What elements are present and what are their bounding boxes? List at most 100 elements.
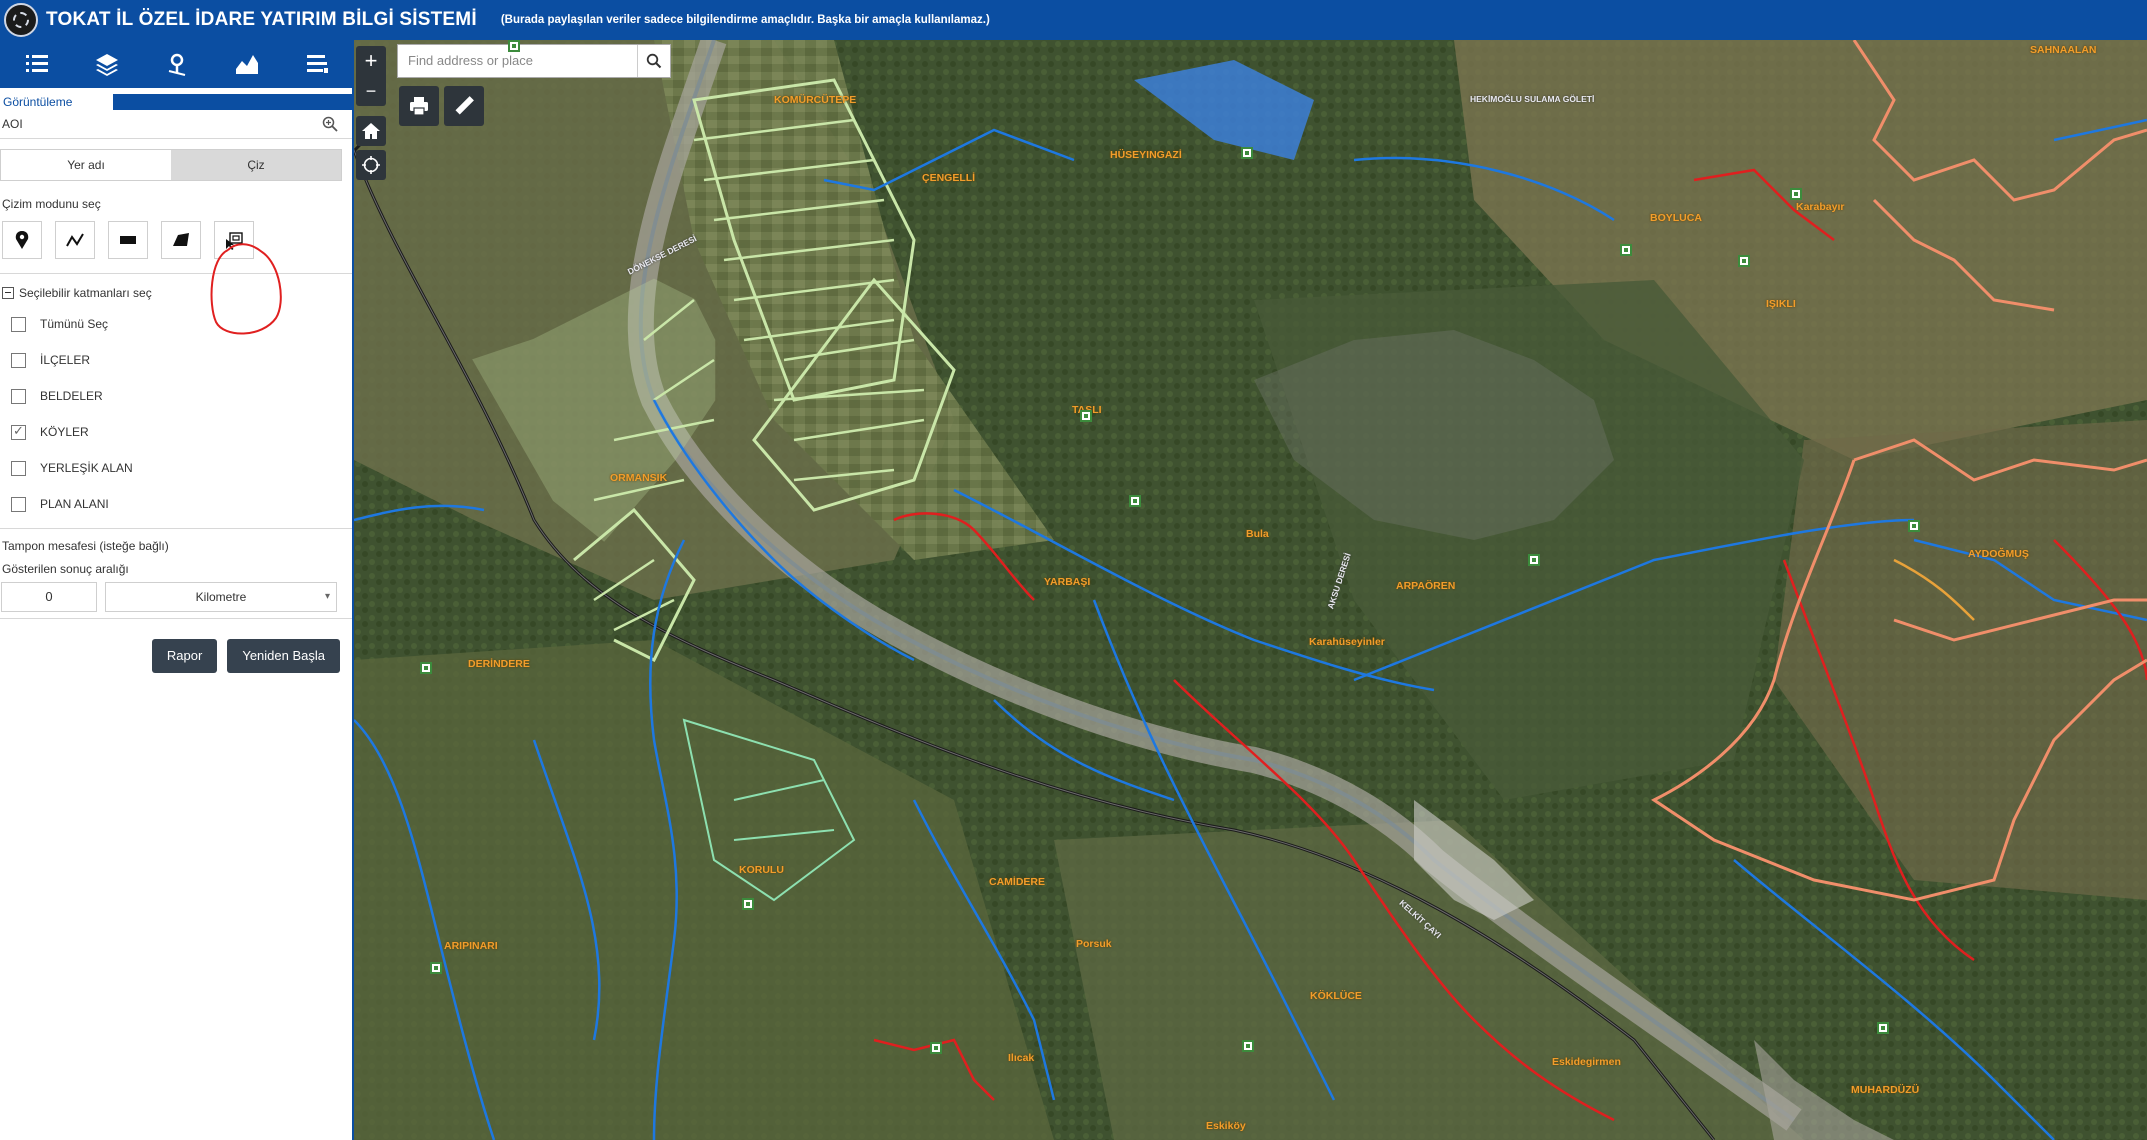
print-icon [410,97,428,116]
checkbox[interactable] [11,316,26,332]
place-label: KORULU [739,864,784,876]
layer-row-ilceler[interactable]: İLÇELER [0,342,352,378]
layer-row-koyler[interactable]: KÖYLER [0,414,352,450]
checkbox[interactable] [11,388,26,404]
ruler-icon [455,96,474,115]
layer-row-select-all[interactable]: Tümünü Seç [0,306,352,342]
checkbox-checked[interactable] [11,423,26,440]
village-marker[interactable] [1877,1022,1889,1034]
location-pin-icon[interactable] [142,40,212,88]
menu-icon[interactable] [282,40,352,88]
place-label: BOYLUCA [1650,212,1702,224]
widget-toolbar [0,40,352,88]
layers-section-title[interactable]: Seçilebilir katmanları seç [0,286,352,300]
layer-row-yerlesik-alan[interactable]: YERLEŞİK ALAN [0,450,352,486]
tab-yer-adi[interactable]: Yer adı [1,150,171,180]
chart-icon[interactable] [212,40,282,88]
place-label: ORMANSIK [610,472,668,484]
place-label: ÇENGELLİ [922,172,976,184]
reset-button[interactable]: Yeniden Başla [227,639,340,673]
place-label: KÖKLÜCE [1310,990,1362,1002]
layers-icon[interactable] [72,40,142,88]
range-label: Gösterilen sonuç aralığı [2,562,129,576]
village-marker[interactable] [1129,495,1141,507]
village-marker[interactable] [1241,147,1253,159]
place-label: Karabayır [1796,201,1845,213]
place-label: Porsuk [1076,938,1112,950]
search-button[interactable] [637,45,670,77]
search-icon [646,53,662,69]
layer-label: İLÇELER [40,353,91,367]
layer-row-plan-alani[interactable]: PLAN ALANI [0,486,352,522]
divider [0,273,352,274]
place-label: ARPAÖREN [1396,580,1456,592]
place-label: CAMİDERE [989,876,1046,888]
collapse-icon[interactable] [2,287,14,299]
place-label: Karahüseyinler [1309,636,1385,648]
place-label: YARBAŞI [1044,576,1091,588]
report-button[interactable]: Rapor [151,639,218,673]
buffer-label: Tampon mesafesi (isteğe bağlı) [2,539,169,553]
village-marker[interactable] [420,662,432,674]
village-marker[interactable] [1620,244,1632,256]
aoi-tabs: Yer adı Çiz [0,149,342,181]
layer-list: Tümünü Seç İLÇELER BELDELER KÖYLER YERLE… [0,306,352,522]
checkbox[interactable] [11,496,26,512]
place-label: Ilıcak [1008,1052,1035,1064]
polyline-icon[interactable] [55,221,95,259]
place-label: HÜSEYINGAZİ [1110,149,1182,161]
layers-title-text: Seçilebilir katmanları seç [19,286,152,300]
satellite-basemap [354,40,2147,1140]
aoi-row: AOI [0,110,352,139]
village-marker[interactable] [1738,255,1750,267]
buffer-distance-input[interactable]: 0 [1,582,97,612]
village-marker[interactable] [1242,1040,1254,1052]
locate-button[interactable] [356,150,386,180]
lake-label: HEKİMOĞLU SULAMA GÖLETİ [1470,94,1595,104]
measure-button[interactable] [444,86,484,126]
checkbox[interactable] [11,460,26,476]
layer-label: YERLEŞİK ALAN [40,461,133,475]
place-label: Bula [1246,528,1269,540]
zoom-to-icon[interactable] [322,116,338,132]
buffer-unit-select[interactable]: Kilometre [105,582,337,612]
draw-tools [0,221,352,259]
layer-label: KÖYLER [40,425,89,439]
zoom-out-button[interactable]: − [356,76,386,106]
locate-icon [362,156,380,174]
side-panel: Görüntüleme AOI Yer adı Çiz Çizim modunu… [0,40,354,1140]
place-label: DERİNDERE [468,658,530,670]
village-marker[interactable] [430,962,442,974]
rectangle-icon[interactable] [108,221,148,259]
place-label: KOMÜRCÜTEPE [774,94,857,106]
checkbox[interactable] [11,352,26,368]
print-button[interactable] [399,86,439,126]
app-header: TOKAT İL ÖZEL İDARE YATIRIM BİLGİ SİSTEM… [0,0,2147,40]
village-marker[interactable] [930,1042,942,1054]
home-button[interactable] [356,116,386,146]
point-icon[interactable] [2,221,42,259]
village-marker[interactable] [508,40,520,52]
app-title: TOKAT İL ÖZEL İDARE YATIRIM BİLGİ SİSTEM… [46,9,477,30]
freehand-polygon-icon[interactable] [161,221,201,259]
place-label: SAHNAALAN [2030,44,2097,56]
buffer-inputs: 0 Kilometre [0,582,352,612]
village-marker[interactable] [1908,520,1920,532]
village-marker[interactable] [1528,554,1540,566]
aoi-label: AOI [2,117,23,131]
layer-label: PLAN ALANI [40,497,109,511]
village-marker[interactable] [1080,410,1092,422]
list-icon[interactable] [2,40,72,88]
home-icon [362,123,380,139]
zoom-control: + − [356,46,386,106]
divider [0,528,352,529]
village-marker[interactable] [1790,188,1802,200]
zoom-in-button[interactable]: + [356,46,386,76]
place-label: Eskidegirmen [1552,1056,1621,1068]
disclaimer-text: (Burada paylaşılan veriler sadece bilgil… [500,14,990,26]
tab-ciz[interactable]: Çiz [171,150,341,180]
village-marker[interactable] [742,898,754,910]
layer-row-beldeler[interactable]: BELDELER [0,378,352,414]
panel-tab[interactable]: Görüntüleme [0,94,113,110]
map-view[interactable]: + − Find address or place KOMÜRCÜTEPE ÇE… [354,40,2147,1140]
